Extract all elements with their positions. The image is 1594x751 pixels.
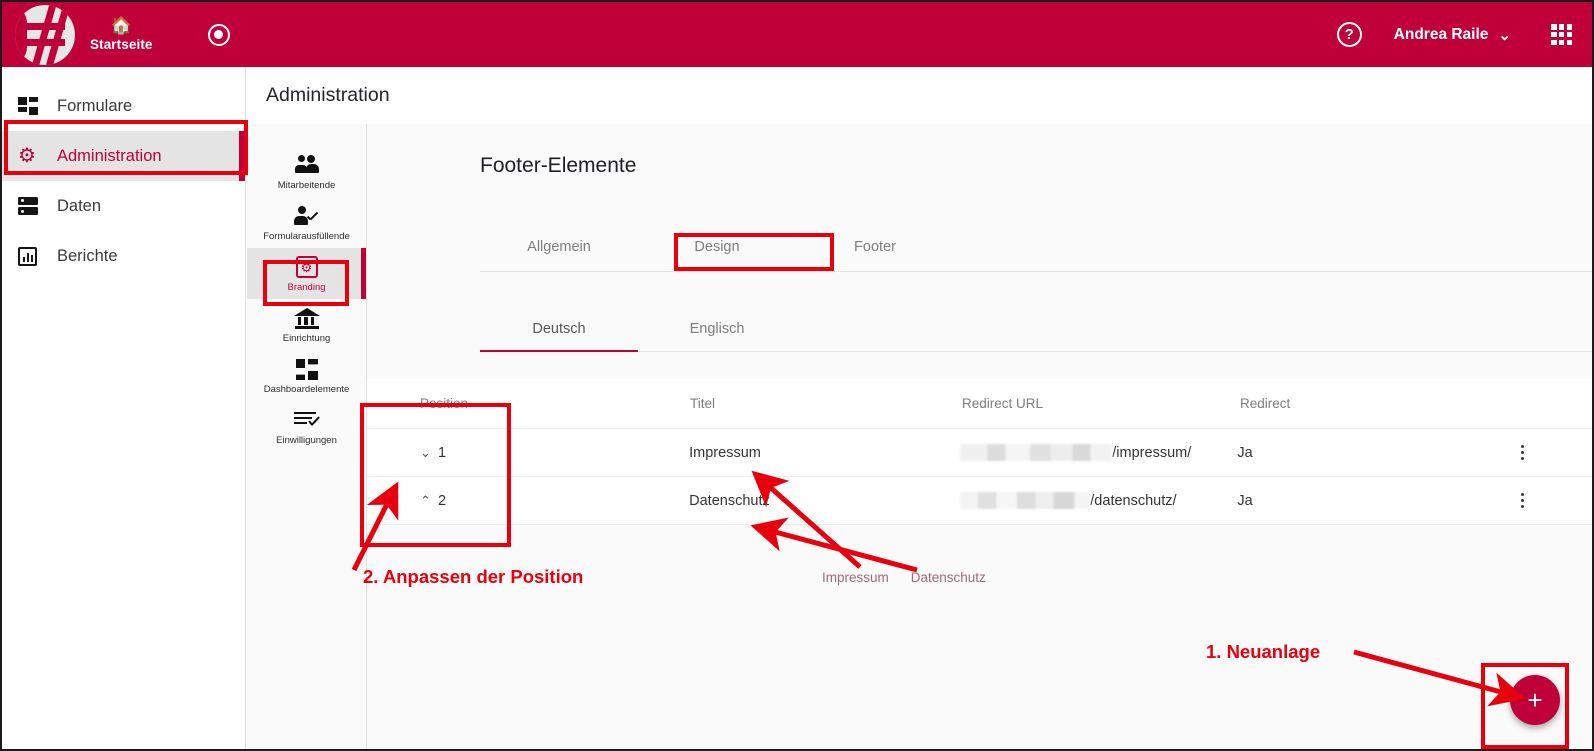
tab-allgemein[interactable]: Allgemein [480, 229, 638, 271]
app-window: 🏠 Startseite ? Andrea Raile ⌄ Formulare … [0, 0, 1594, 751]
tab-deutsch[interactable]: Deutsch [480, 310, 638, 352]
annotation-label-neuanlage: 1. Neuanlage [1206, 641, 1321, 662]
chevron-down-icon[interactable]: ⌄ [420, 445, 438, 461]
home-icon: 🏠 [110, 15, 132, 35]
kebab-menu-icon[interactable] [1517, 489, 1529, 513]
cell-position: ⌄ 1 [367, 445, 689, 461]
rail-item-branding[interactable]: ⚙ Branding [247, 248, 366, 299]
people-icon [294, 153, 320, 177]
header-right-group: ? Andrea Raile ⌄ [1336, 22, 1592, 47]
tab-englisch[interactable]: Englisch [638, 310, 796, 351]
language-tabs: Deutsch Englisch [480, 310, 1592, 352]
top-header-bar: 🏠 Startseite ? Andrea Raile ⌄ [2, 2, 1592, 67]
rail-item-einrichtung[interactable]: Einrichtung [247, 299, 366, 350]
cell-redirect-url: /impressum/ [960, 444, 1237, 461]
column-header-redirect-url: Redirect URL [962, 396, 1044, 411]
sidebar-item-administration[interactable]: ⚙ Administration [2, 131, 245, 181]
table-row[interactable]: ⌄ 1 Impressum /impressum/ Ja [367, 429, 1592, 477]
rail-item-label: Mitarbeitende [277, 180, 336, 191]
rail-item-mitarbeitende[interactable]: Mitarbeitende [247, 146, 366, 197]
sidebar-item-label: Berichte [57, 246, 118, 265]
cell-position: ⌃ 2 [367, 493, 689, 509]
rail-item-formularausfuellende[interactable]: Formularausfüllende [247, 197, 366, 248]
kebab-menu-icon[interactable] [1517, 441, 1529, 465]
redacted-url-block [960, 444, 1113, 461]
chevron-down-icon[interactable]: ⌄ [1498, 26, 1511, 44]
sidebar-item-label: Formulare [57, 96, 133, 115]
consent-list-icon [293, 408, 320, 432]
rail-item-label: Einrichtung [282, 333, 331, 344]
table-header-row: Position Titel Redirect URL Redirect [367, 379, 1592, 429]
home-nav-label: Startseite [90, 36, 153, 52]
tab-footer[interactable]: Footer [796, 229, 954, 271]
position-value: 1 [438, 444, 447, 461]
url-tail: /datenschutz/ [1090, 492, 1177, 509]
chevron-up-icon[interactable]: ⌃ [420, 493, 438, 509]
section-tabs: Allgemein Design Footer [480, 229, 1592, 272]
annotation-label-position: 2. Anpassen der Position [363, 566, 584, 587]
column-header-titel: Titel [690, 396, 716, 411]
sidebar-item-label: Administration [57, 146, 162, 165]
url-tail: /impressum/ [1112, 444, 1192, 461]
help-circle-icon[interactable]: ? [1336, 22, 1362, 47]
footer-preview-links: Impressum Datenschutz [822, 570, 986, 585]
person-check-icon [293, 204, 320, 228]
dashboard-icon [295, 357, 318, 381]
tab-design[interactable]: Design [638, 229, 796, 271]
panel-title: Footer-Elemente [480, 154, 637, 177]
content-area: Mitarbeitende Formularausfüllende ⚙ Bran… [247, 124, 1592, 749]
apps-grid-icon[interactable] [1551, 24, 1573, 46]
user-name-label[interactable]: Andrea Raile [1394, 26, 1489, 44]
forms-icon [18, 96, 48, 116]
rail-item-label: Dashboardelemente [263, 384, 350, 395]
bar-chart-icon [18, 246, 48, 266]
app-logo[interactable] [12, 4, 78, 66]
footer-elements-table: Position Titel Redirect URL Redirect ⌄ 1… [367, 379, 1592, 525]
table-row[interactable]: ⌃ 2 Datenschutz /datenschutz/ Ja [367, 477, 1592, 525]
redacted-url-block [960, 492, 1091, 509]
rail-item-einwilligungen[interactable]: Einwilligungen [247, 401, 366, 452]
home-nav-button[interactable]: 🏠 Startseite [90, 15, 153, 52]
branding-panel: Footer-Elemente Allgemein Design Footer … [367, 124, 1592, 749]
branding-gear-icon: ⚙ [295, 255, 318, 279]
column-header-position: Position [420, 396, 469, 411]
rail-item-label: Branding [287, 282, 326, 293]
rail-item-label: Einwilligungen [276, 435, 337, 446]
cell-titel: Impressum [689, 444, 761, 461]
column-header-redirect: Redirect [1240, 396, 1291, 411]
add-footer-element-button[interactable]: + [1510, 675, 1560, 725]
footer-link-impressum[interactable]: Impressum [822, 570, 889, 585]
cell-redirect: Ja [1237, 492, 1253, 509]
rail-item-label: Formularausfüllende [263, 231, 350, 242]
secondary-icon-rail: Mitarbeitende Formularausfüllende ⚙ Bran… [247, 124, 367, 749]
sidebar-item-formulare[interactable]: Formulare [2, 81, 245, 131]
sidebar-item-berichte[interactable]: Berichte [2, 231, 245, 281]
cell-redirect: Ja [1237, 444, 1253, 461]
rail-item-dashboardelemente[interactable]: Dashboardelemente [247, 350, 366, 401]
page-title: Administration [266, 84, 390, 106]
primary-sidebar: Formulare ⚙ Administration Daten Bericht… [2, 67, 246, 749]
bank-icon [293, 306, 320, 330]
gear-icon: ⚙ [18, 145, 36, 167]
cell-titel: Datenschutz [689, 492, 770, 509]
database-icon [18, 196, 48, 216]
record-circle-icon[interactable] [207, 23, 230, 46]
footer-link-datenschutz[interactable]: Datenschutz [911, 570, 986, 585]
cell-redirect-url: /datenschutz/ [960, 492, 1237, 509]
position-value: 2 [438, 492, 447, 509]
sidebar-item-label: Daten [57, 196, 102, 215]
sidebar-item-daten[interactable]: Daten [2, 181, 245, 231]
